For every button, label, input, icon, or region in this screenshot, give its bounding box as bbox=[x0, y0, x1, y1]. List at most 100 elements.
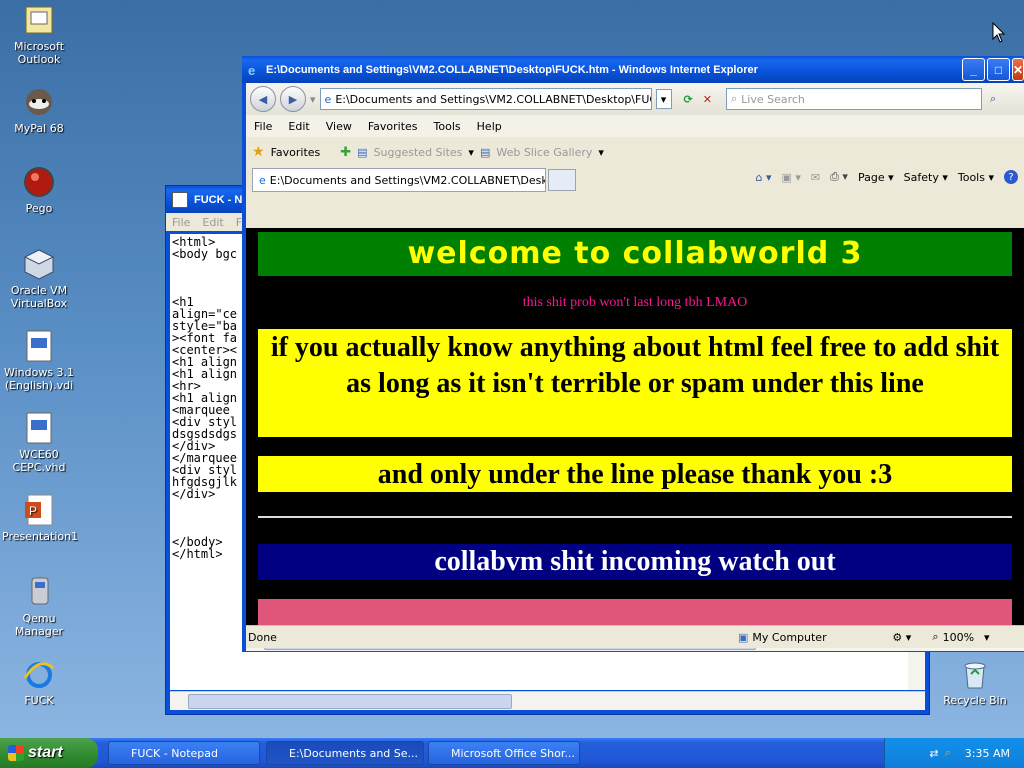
close-button[interactable]: ✕ bbox=[1012, 58, 1024, 81]
desktop-icon-label: Recycle Bin bbox=[943, 694, 1007, 707]
web-slice-gallery-button[interactable]: Web Slice Gallery bbox=[496, 146, 592, 159]
network-icon[interactable]: ⇄ bbox=[929, 747, 938, 760]
zoom-icon: ⌕ bbox=[932, 630, 939, 643]
taskbar: start FUCK - Notepad E:\Documents and Se… bbox=[0, 738, 1024, 768]
notepad-menu-edit[interactable]: Edit bbox=[196, 216, 229, 229]
forward-button[interactable]: ▶ bbox=[280, 86, 306, 112]
menu-favorites[interactable]: Favorites bbox=[360, 120, 426, 133]
taskbar-item-label: Microsoft Office Shor... bbox=[451, 746, 575, 760]
zoom-dropdown-icon[interactable]: ▾ bbox=[984, 631, 990, 644]
outlook-icon bbox=[23, 4, 55, 36]
print-icon[interactable]: ⎙ ▾ bbox=[830, 170, 848, 184]
ie-window[interactable]: e E:\Documents and Settings\VM2.COLLABNE… bbox=[242, 56, 1024, 652]
svg-text:P: P bbox=[29, 504, 37, 518]
refresh-icon[interactable]: ⟳ bbox=[684, 93, 693, 106]
horizontal-rule bbox=[258, 516, 1012, 518]
page-menu[interactable]: Page ▾ bbox=[858, 171, 894, 184]
menu-view[interactable]: View bbox=[318, 120, 360, 133]
search-icon: ⌕ bbox=[730, 92, 738, 105]
tab-bar: e E:\Documents and Settings\VM2.COLLABNE… bbox=[246, 167, 1024, 193]
address-text: E:\Documents and Settings\VM2.COLLABNET\… bbox=[335, 92, 651, 106]
menu-tools[interactable]: Tools bbox=[426, 120, 469, 133]
help-icon[interactable]: ? bbox=[1004, 170, 1018, 184]
home-icon[interactable]: ⌂ ▾ bbox=[755, 171, 771, 184]
feeds-icon[interactable]: ▣ ▾ bbox=[782, 171, 801, 184]
maximize-button[interactable]: □ bbox=[987, 58, 1010, 81]
taskbar-item-ie[interactable]: E:\Documents and Se... bbox=[266, 741, 424, 765]
menu-file[interactable]: File bbox=[246, 120, 280, 133]
powerpoint-icon: P bbox=[23, 494, 55, 526]
back-button[interactable]: ◀ bbox=[250, 86, 276, 112]
minimize-button[interactable]: _ bbox=[962, 58, 985, 81]
notepad-horizontal-scrollbar[interactable] bbox=[170, 691, 925, 710]
taskbar-item-notepad[interactable]: FUCK - Notepad bbox=[108, 741, 260, 765]
notepad-app-icon bbox=[172, 191, 188, 208]
virtualbox-icon bbox=[23, 248, 55, 280]
desktop-icon-qemu[interactable]: Qemu Manager bbox=[2, 576, 76, 638]
desktop-icon-label: Microsoft Outlook bbox=[13, 40, 65, 66]
suggested-sites-button[interactable]: Suggested Sites bbox=[374, 146, 463, 159]
taskbar-item-label: E:\Documents and Se... bbox=[289, 746, 419, 760]
mail-icon[interactable]: ✉ bbox=[811, 171, 820, 184]
blue-heading: collabvm shit incoming watch out bbox=[258, 544, 1012, 580]
page-menu-label: Page bbox=[857, 170, 885, 184]
search-input[interactable]: ⌕ Live Search bbox=[725, 88, 982, 110]
favorites-bar: ★ Favorites ✚ ▤ Suggested Sites ▾ ▤ Web … bbox=[246, 137, 1024, 167]
tab-page-icon: e bbox=[259, 173, 266, 187]
desktop-icon-wce60[interactable]: WCE60 CEPC.vhd bbox=[2, 412, 76, 474]
safety-menu-label: Safety bbox=[903, 170, 939, 184]
search-go-icon[interactable]: ⌕ bbox=[990, 92, 996, 106]
menu-help[interactable]: Help bbox=[469, 120, 510, 133]
ie-address-bar-row: ◀ ▶ ▾ e E:\Documents and Settings\VM2.CO… bbox=[246, 83, 1024, 115]
favorites-button[interactable]: Favorites bbox=[271, 146, 321, 159]
new-tab-button[interactable] bbox=[548, 169, 576, 191]
search-icon[interactable]: ⌕ bbox=[945, 746, 951, 760]
taskbar-item-office[interactable]: Microsoft Office Shor... bbox=[428, 741, 580, 765]
desktop-icon-pego[interactable]: Pego bbox=[2, 166, 76, 215]
disk-file-icon bbox=[23, 412, 55, 444]
scroll-thumb[interactable] bbox=[188, 694, 512, 709]
history-dropdown-icon[interactable]: ▾ bbox=[310, 93, 316, 106]
desktop-icon-label: Pego bbox=[25, 202, 53, 215]
desktop-icon-win31-vdi[interactable]: Windows 3.1 (English).vdi bbox=[2, 330, 76, 392]
computer-zone-icon: ▣ bbox=[738, 630, 749, 644]
raccoon-icon bbox=[23, 86, 55, 118]
taskbar-item-label: FUCK - Notepad bbox=[131, 746, 218, 760]
desktop-icon-virtualbox[interactable]: Oracle VM VirtualBox bbox=[2, 248, 76, 310]
ie-title: E:\Documents and Settings\VM2.COLLABNET\… bbox=[266, 63, 758, 76]
desktop-icon-label: Windows 3.1 (English).vdi bbox=[3, 366, 75, 392]
menu-edit[interactable]: Edit bbox=[280, 120, 317, 133]
tab-active[interactable]: e E:\Documents and Settings\VM2.COLLABNE… bbox=[252, 168, 546, 192]
address-input[interactable]: e E:\Documents and Settings\VM2.COLLABNE… bbox=[319, 88, 652, 110]
add-favorites-icon[interactable]: ✚ bbox=[340, 145, 351, 160]
tab-label: E:\Documents and Settings\VM2.COLLABNET\… bbox=[269, 173, 546, 187]
tools-menu[interactable]: Tools ▾ bbox=[958, 171, 994, 184]
desktop-icon-outlook[interactable]: Microsoft Outlook bbox=[2, 4, 76, 66]
safety-menu[interactable]: Safety ▾ bbox=[904, 171, 948, 184]
status-text: Done bbox=[248, 630, 277, 644]
yellow-heading-1: if you actually know anything about html… bbox=[258, 329, 1012, 437]
qemu-icon bbox=[23, 576, 55, 608]
yellow-heading-2: and only under the line please thank you… bbox=[258, 456, 1012, 492]
windows-logo-icon bbox=[8, 745, 24, 761]
address-dropdown-icon[interactable]: ▾ bbox=[655, 89, 672, 109]
notepad-menu-file[interactable]: File bbox=[166, 216, 196, 229]
ie-app-icon: e bbox=[248, 62, 256, 78]
start-button[interactable]: start bbox=[0, 738, 98, 768]
zoom-level[interactable]: 100% bbox=[943, 631, 974, 644]
start-label: start bbox=[28, 744, 63, 761]
chevron-down-icon: ▾ bbox=[598, 145, 604, 159]
desktop-icon-recycle-bin[interactable]: Recycle Bin bbox=[938, 658, 1012, 707]
ie-titlebar[interactable]: e E:\Documents and Settings\VM2.COLLABNE… bbox=[242, 56, 1024, 83]
mouse-cursor bbox=[992, 21, 1006, 47]
recycle-bin-icon bbox=[959, 658, 991, 690]
stop-icon[interactable]: ✕ bbox=[703, 93, 712, 106]
desktop-icon-fuck-html[interactable]: FUCK bbox=[2, 658, 76, 707]
red-orb-icon bbox=[23, 166, 55, 198]
desktop-icon-mypal[interactable]: MyPal 68 bbox=[2, 86, 76, 135]
desktop-icon-presentation[interactable]: P Presentation1 bbox=[2, 494, 78, 543]
protected-mode-icon[interactable]: ⚙ ▾ bbox=[892, 631, 932, 644]
suggested-sites-icon: ▤ bbox=[357, 145, 368, 159]
clock[interactable]: 3:35 AM bbox=[965, 747, 1010, 760]
web-slice-icon: ▤ bbox=[479, 145, 491, 159]
